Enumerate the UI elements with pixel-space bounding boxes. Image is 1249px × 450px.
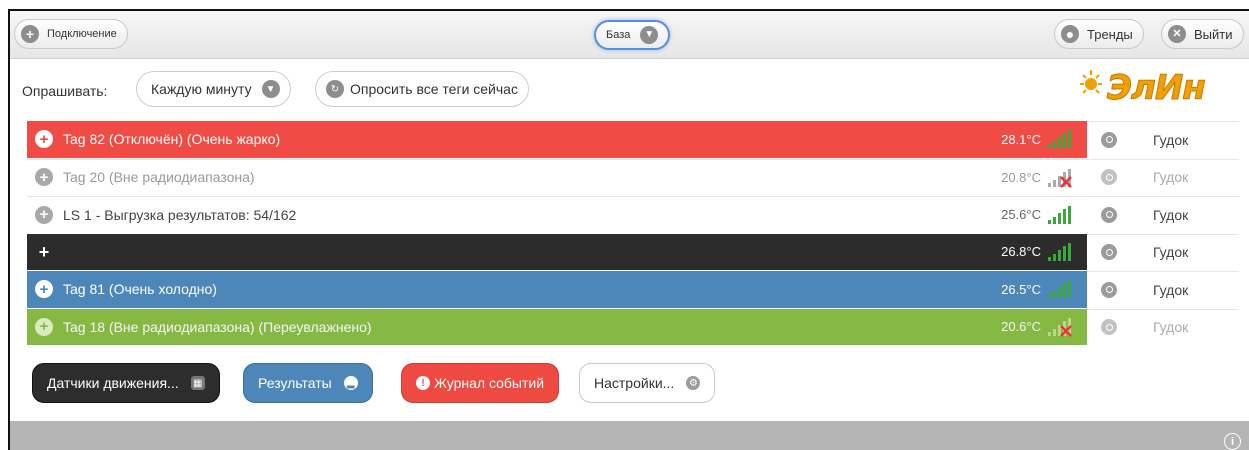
tag-temperature: 20.8°C [1001,169,1041,185]
tag-name: Tag 20 (Вне радиодиапазона) [63,169,255,186]
event-log-label: Журнал событий [434,375,545,391]
poll-interval-select[interactable]: Каждую минуту ▼ [136,71,291,107]
tag-row-main[interactable]: + Tag 18 (Вне радиодиапазона) (Переувлаж… [27,308,1087,345]
tag-name: Tag 82 (Отключён) (Очень жарко) [63,131,281,148]
signal-icon [1048,130,1071,148]
signal-icon [1048,242,1071,261]
tag-list: + Tag 82 (Отключён) (Очень жарко) 28.1°C… [27,121,1239,346]
grid-icon: ▦ [190,376,205,390]
base-label: База [606,29,631,41]
signal-lost-icon [1048,317,1072,337]
exit-label: Выйти [1194,26,1233,42]
plus-icon: + [21,25,39,43]
exit-button[interactable]: ✕ Выйти [1161,19,1244,49]
poll-all-label: Опросить все теги сейчас [350,81,518,97]
top-bar: + Подключение База ▼ ● Тренды ✕ Выйти [10,11,1249,59]
close-icon: ✕ [1168,25,1186,43]
tag-row-main[interactable]: + LS 1 - Выгрузка результатов: 54/162 25… [27,196,1087,233]
info-icon[interactable]: i [1224,433,1241,450]
expand-icon[interactable]: + [35,317,53,336]
warning-icon: ! [416,376,430,390]
beep-button[interactable]: Гудок [1153,169,1188,185]
poll-label: Опрашивать: [22,83,108,99]
tag-row-main[interactable]: + Tag 20 (Вне радиодиапазона) 20.8°C [27,158,1087,195]
search-icon[interactable] [1101,281,1117,298]
settings-label: Настройки... [594,375,675,391]
beep-button[interactable]: Гудок [1153,132,1188,148]
motion-sensors-button[interactable]: Датчики движения... ▦ [32,363,220,403]
tag-temperature: 26.5°C [1001,281,1041,297]
motion-sensors-label: Датчики движения... [47,375,179,391]
search-icon[interactable] [1101,244,1117,261]
thermometer-icon: ● [1061,25,1079,43]
trends-button[interactable]: ● Тренды [1054,19,1144,49]
tag-row[interactable]: + Tag 82 (Отключён) (Очень жарко) 28.1°C… [27,121,1239,159]
footer-bar: i [10,421,1249,450]
search-icon[interactable] [1101,169,1117,186]
connection-label: Подключение [47,28,117,40]
signal-icon [1048,206,1071,224]
tag-actions: Гудок [1087,121,1239,158]
lightbulb-icon [1080,70,1102,94]
expand-icon[interactable]: + [35,242,53,261]
beep-button[interactable]: Гудок [1153,244,1188,260]
chevron-down-icon: ▼ [640,26,659,44]
poll-all-button[interactable]: ↻ Опросить все теги сейчас [315,71,529,107]
tag-row-main[interactable]: + Tag 81 (Очень холодно) 26.5°C [27,271,1087,308]
svg-text:ЭлИн: ЭлИн [1107,68,1205,106]
connection-button[interactable]: + Подключение [14,19,128,49]
chevron-down-icon: ▼ [261,80,280,98]
tag-name: Tag 81 (Очень холодно) [63,281,217,298]
beep-button[interactable]: Гудок [1153,207,1188,223]
signal-icon [1048,280,1071,298]
search-icon[interactable] [1101,206,1117,223]
tag-row[interactable]: + 26.8°C Гудок [27,233,1239,271]
tag-row[interactable]: + Tag 81 (Очень холодно) 26.5°C Гудок [27,271,1239,309]
poll-interval-value: Каждую минуту [151,81,252,97]
signal-lost-icon [1048,168,1072,188]
tag-actions: Гудок [1087,271,1239,308]
beep-button[interactable]: Гудок [1153,319,1188,335]
expand-icon[interactable]: + [35,168,53,187]
app-window: + Подключение База ▼ ● Тренды ✕ Выйти Оп… [8,9,1249,450]
tag-actions: Гудок [1087,233,1239,270]
base-dropdown[interactable]: База ▼ [594,20,671,50]
results-button[interactable]: Результаты ▂ [243,363,373,403]
beep-button[interactable]: Гудок [1153,282,1188,298]
tag-temperature: 26.8°C [1001,244,1041,260]
event-log-button[interactable]: ! Журнал событий [401,363,560,403]
tag-actions: Гудок [1087,196,1239,233]
gear-icon: ⚙ [686,376,701,390]
tag-temperature: 28.1°C [1001,131,1041,147]
search-icon[interactable] [1101,131,1117,148]
refresh-icon: ↻ [326,80,344,98]
tag-row-main[interactable]: + Tag 82 (Отключён) (Очень жарко) 28.1°C [27,121,1087,158]
tag-temperature: 25.6°C [1001,207,1041,223]
company-logo: ЭлИн [1077,66,1239,109]
expand-icon[interactable]: + [35,130,53,149]
trends-label: Тренды [1087,26,1133,42]
poll-toolbar: Опрашивать: Каждую минуту ▼ ↻ Опросить в… [10,60,1249,120]
expand-icon[interactable]: + [35,280,53,299]
bar-chart-icon: ▂ [343,376,358,390]
results-label: Результаты [258,375,332,391]
tag-row[interactable]: + Tag 20 (Вне радиодиапазона) 20.8°C Гуд… [27,158,1239,196]
expand-icon[interactable]: + [35,205,53,224]
settings-button[interactable]: Настройки... ⚙ [579,363,716,403]
tag-row-main[interactable]: + 26.8°C [27,233,1087,270]
tag-name: LS 1 - Выгрузка результатов: 54/162 [63,206,297,223]
tag-temperature: 20.6°C [1001,319,1041,335]
tag-actions: Гудок [1087,308,1239,345]
tag-row[interactable]: + Tag 18 (Вне радиодиапазона) (Переувлаж… [27,308,1239,346]
tag-name: Tag 18 (Вне радиодиапазона) (Переувлажне… [63,318,372,335]
tag-actions: Гудок [1087,158,1239,195]
tag-row[interactable]: + LS 1 - Выгрузка результатов: 54/162 25… [27,196,1239,234]
search-icon[interactable] [1101,319,1117,336]
